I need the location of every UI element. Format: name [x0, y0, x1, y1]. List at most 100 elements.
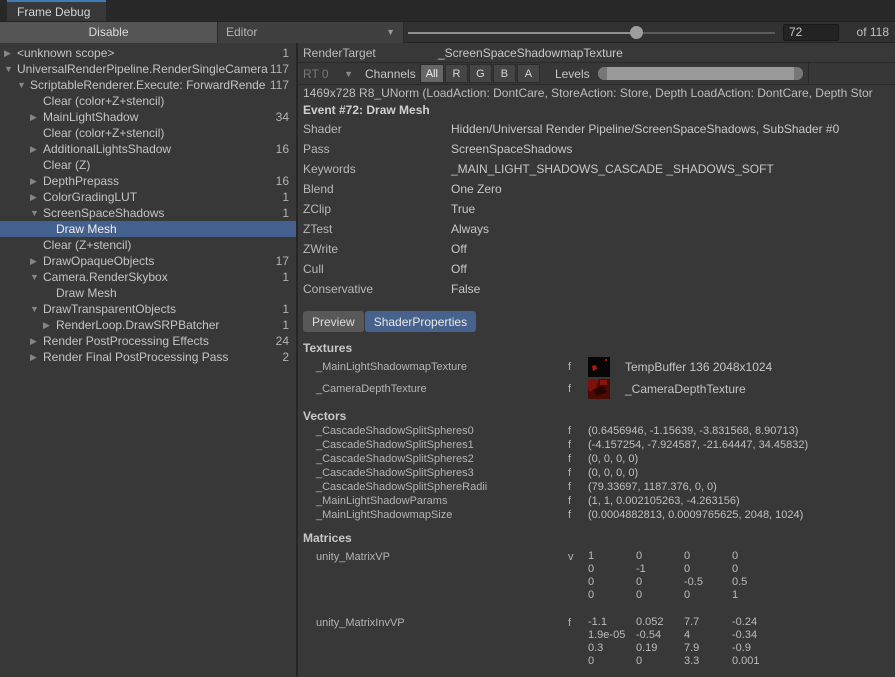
- channel-button-a[interactable]: A: [517, 64, 540, 83]
- tree-row-render-postprocessing-effects[interactable]: ▶Render PostProcessing Effects24: [0, 333, 296, 349]
- matrix-cell: 1: [588, 550, 636, 563]
- target-dropdown[interactable]: Editor ▼: [218, 22, 404, 43]
- rt-index-dropdown[interactable]: RT 0 ▼: [303, 67, 359, 81]
- vector-name: _CascadeShadowSplitSphereRadii: [316, 481, 568, 493]
- expander-icon[interactable]: ▶: [30, 109, 43, 125]
- tree-row-scriptable-renderer-execute[interactable]: ▼ScriptableRenderer.Execute: ForwardRend…: [0, 77, 296, 93]
- expander-icon[interactable]: ▶: [30, 189, 43, 205]
- vector-name: _CascadeShadowSplitSpheres1: [316, 439, 568, 451]
- detail-tabs: Preview ShaderProperties: [303, 311, 895, 332]
- main-split: ▶<unknown scope>1 ▼UniversalRenderPipeli…: [0, 43, 895, 677]
- expander-icon[interactable]: ▶: [30, 253, 43, 269]
- tree-item-count: 1: [278, 317, 289, 333]
- tree-row-screen-space-shadows[interactable]: ▼ScreenSpaceShadows1: [0, 205, 296, 221]
- expander-icon[interactable]: ▶: [43, 317, 56, 333]
- expander-icon[interactable]: ▼: [17, 77, 30, 93]
- matrix-cell: 0.052: [636, 616, 684, 629]
- vector-name: _MainLightShadowmapSize: [316, 509, 568, 521]
- render-target-format-info: 1469x728 R8_UNorm (LoadAction: DontCare,…: [298, 85, 895, 101]
- matrix-cell: 4: [684, 629, 732, 642]
- tree-item-label: Clear (Z+stencil): [43, 238, 131, 252]
- channel-button-all[interactable]: All: [420, 64, 444, 83]
- levels-slider-min-handle[interactable]: [598, 67, 607, 80]
- channel-button-r[interactable]: R: [445, 64, 468, 83]
- property-label: ZWrite: [303, 242, 451, 256]
- property-value: _MAIN_LIGHT_SHADOWS_CASCADE _SHADOWS_SOF…: [451, 162, 774, 176]
- channel-button-g[interactable]: G: [469, 64, 492, 83]
- property-value: False: [451, 282, 480, 296]
- expander-icon[interactable]: ▶: [30, 173, 43, 189]
- texture-thumbnail: [588, 379, 610, 399]
- matrix-cell: 0.5: [732, 576, 780, 589]
- property-row-blend: BlendOne Zero: [298, 179, 895, 199]
- tree-item-label: Draw Mesh: [56, 222, 117, 236]
- matrix-values: 1000 0-100 00-0.50.5 0001: [588, 550, 780, 602]
- texture-name: _MainLightShadowmapTexture: [316, 361, 568, 373]
- expander-icon[interactable]: ▼: [4, 61, 17, 77]
- tree-item-count: 34: [272, 109, 289, 125]
- matrix-cell: -1: [636, 563, 684, 576]
- matrix-cell: 0: [588, 563, 636, 576]
- matrix-cell: 0: [588, 655, 636, 668]
- tree-row-draw-transparent-objects[interactable]: ▼DrawTransparentObjects1: [0, 301, 296, 317]
- vector-flag: f: [568, 453, 588, 465]
- tree-row-depth-prepass[interactable]: ▶DepthPrepass16: [0, 173, 296, 189]
- texture-value: _CameraDepthTexture: [625, 382, 746, 396]
- matrix-cell: 7.7: [684, 616, 732, 629]
- tree-item-count: 16: [272, 173, 289, 189]
- tree-row-clear-z[interactable]: Clear (Z): [0, 157, 296, 173]
- levels-slider-max-handle[interactable]: [794, 67, 803, 80]
- tree-row-unknown-scope[interactable]: ▶<unknown scope>1: [0, 45, 296, 61]
- expander-icon[interactable]: ▼: [30, 205, 43, 221]
- property-label: Shader: [303, 122, 451, 136]
- tab-frame-debug[interactable]: Frame Debug: [7, 0, 106, 21]
- matrix-cell: 0: [588, 576, 636, 589]
- expander-icon[interactable]: ▶: [30, 349, 43, 365]
- matrix-cell: 1.9e-05: [588, 629, 636, 642]
- matrix-cell: 0: [684, 550, 732, 563]
- tab-preview[interactable]: Preview: [303, 311, 364, 332]
- vector-value: (79.33697, 1187.376, 0, 0): [588, 481, 717, 493]
- tree-row-clear-color-z-stencil[interactable]: Clear (color+Z+stencil): [0, 93, 296, 109]
- tree-row-camera-render-skybox[interactable]: ▼Camera.RenderSkybox1: [0, 269, 296, 285]
- tree-row-draw-mesh-selected[interactable]: Draw Mesh: [0, 221, 296, 237]
- tree-row-draw-mesh-skybox[interactable]: Draw Mesh: [0, 285, 296, 301]
- matrix-row-vp: unity_MatrixVP v 1000 0-100 00-0.50.5 00…: [298, 550, 895, 602]
- frame-slider[interactable]: [408, 22, 775, 43]
- vector-row: _CascadeShadowSplitSpheres1f(-4.157254, …: [298, 438, 895, 452]
- texture-flag: f: [568, 383, 588, 395]
- tab-shader-properties[interactable]: ShaderProperties: [365, 311, 476, 332]
- matrix-cell: 0: [684, 589, 732, 602]
- expander-icon[interactable]: ▶: [30, 141, 43, 157]
- tree-row-clear-z-stencil[interactable]: Clear (Z+stencil): [0, 237, 296, 253]
- expander-icon[interactable]: ▼: [30, 269, 43, 285]
- frame-slider-thumb[interactable]: [630, 26, 643, 39]
- tree-row-render-single-camera[interactable]: ▼UniversalRenderPipeline.RenderSingleCam…: [0, 61, 296, 77]
- matrix-cell: 0: [636, 655, 684, 668]
- property-value: True: [451, 202, 475, 216]
- section-title-matrices: Matrices: [298, 531, 895, 546]
- tree-row-main-light-shadow[interactable]: ▶MainLightShadow34: [0, 109, 296, 125]
- levels-range-slider[interactable]: [598, 67, 803, 80]
- expander-icon[interactable]: ▼: [30, 301, 43, 317]
- expander-icon[interactable]: ▶: [4, 45, 17, 61]
- tree-row-color-grading-lut[interactable]: ▶ColorGradingLUT1: [0, 189, 296, 205]
- expander-icon[interactable]: ▶: [30, 333, 43, 349]
- property-value: One Zero: [451, 182, 502, 196]
- tree-row-render-final-postprocessing-pass[interactable]: ▶Render Final PostProcessing Pass2: [0, 349, 296, 365]
- vector-value: (0.6456946, -1.15639, -3.831568, 8.90713…: [588, 425, 798, 437]
- tree-row-clear-color-z-stencil-2[interactable]: Clear (color+Z+stencil): [0, 125, 296, 141]
- tree-row-additional-lights-shadow[interactable]: ▶AdditionalLightsShadow16: [0, 141, 296, 157]
- channel-button-b[interactable]: B: [493, 64, 516, 83]
- vector-row: _CascadeShadowSplitSphereRadiif(79.33697…: [298, 480, 895, 494]
- tree-row-draw-opaque-objects[interactable]: ▶DrawOpaqueObjects17: [0, 253, 296, 269]
- toolbar: Disable Editor ▼ of 118: [0, 22, 895, 43]
- rt-index-dropdown-value: RT 0: [303, 67, 329, 81]
- matrix-cell: 0: [588, 589, 636, 602]
- frame-number-input[interactable]: [783, 24, 839, 41]
- tree-row-renderloop-draw-srp-batcher[interactable]: ▶RenderLoop.DrawSRPBatcher 1: [0, 317, 296, 333]
- window-tab-strip: Frame Debug: [0, 0, 895, 22]
- tree-item-label: RenderLoop.DrawSRPBatcher: [56, 318, 219, 332]
- frame-slider-track-filled: [408, 32, 636, 34]
- disable-button[interactable]: Disable: [0, 22, 218, 43]
